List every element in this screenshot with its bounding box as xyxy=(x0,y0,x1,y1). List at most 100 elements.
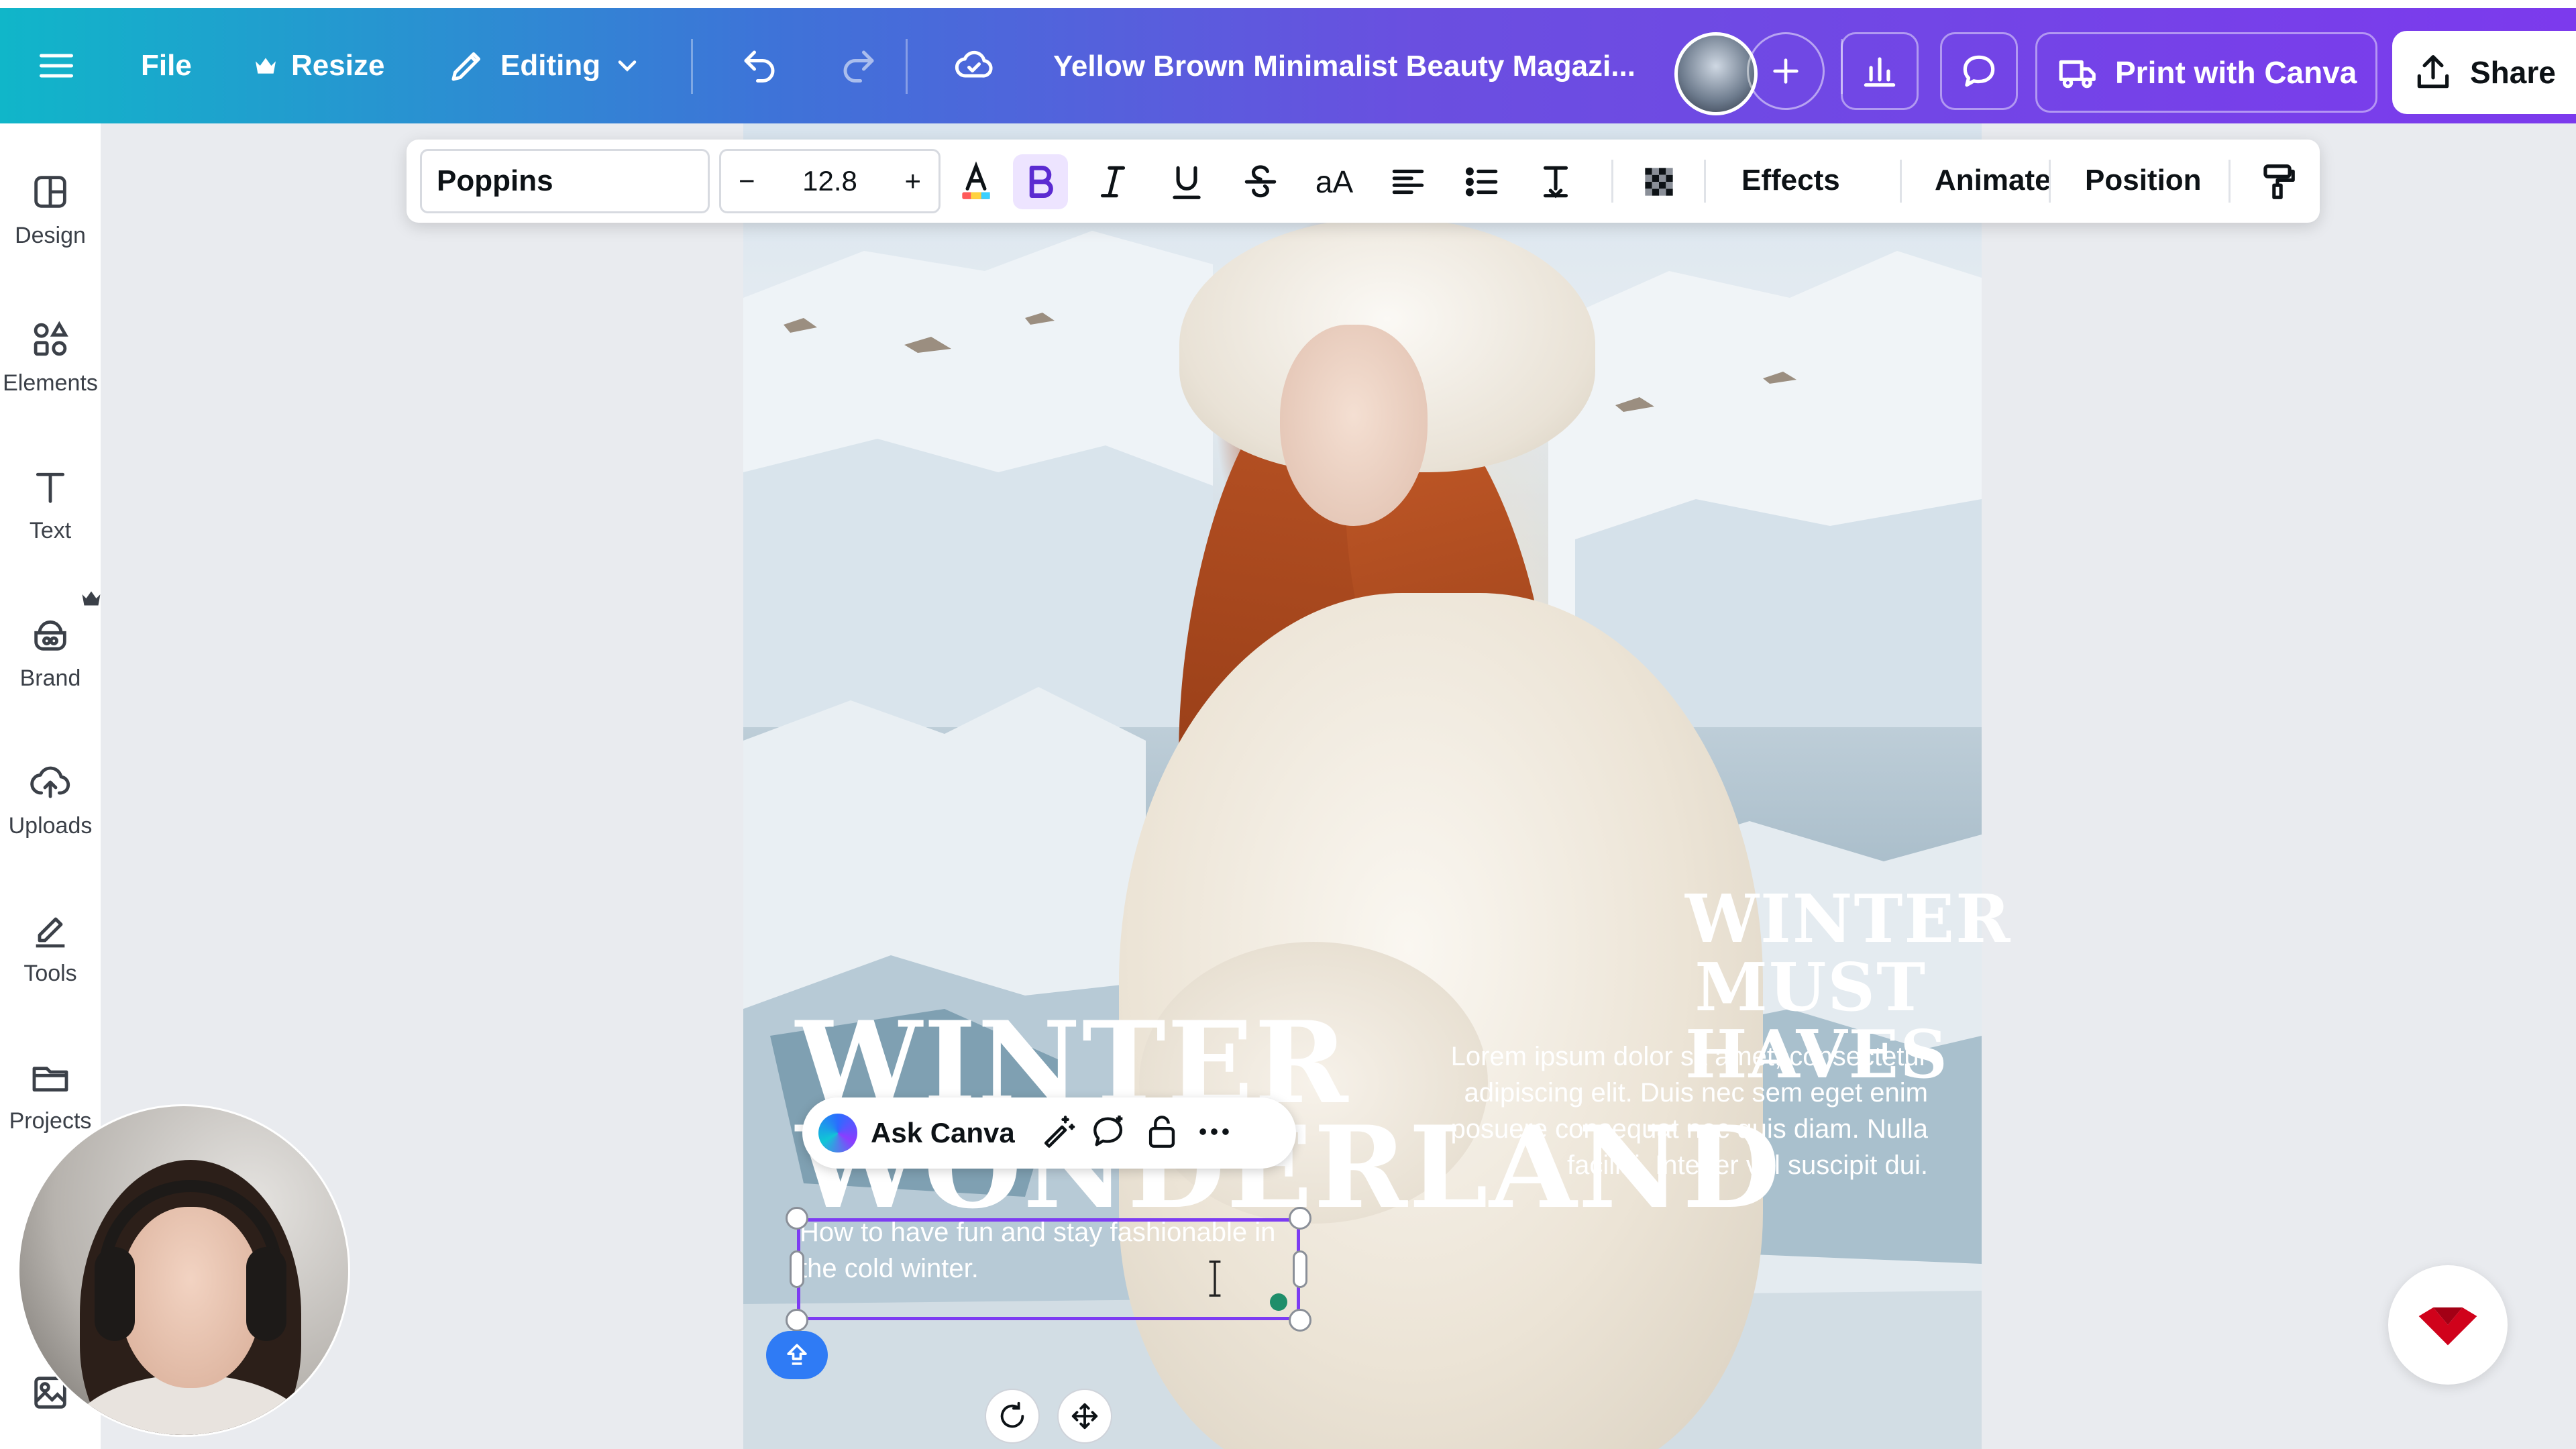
brand-logo-bubble[interactable] xyxy=(2388,1265,2508,1385)
lorem-paragraph[interactable]: Lorem ipsum dolor sit amet, consectetur … xyxy=(1429,1038,1928,1183)
editing-label: Editing xyxy=(500,49,601,82)
separator xyxy=(2229,160,2231,203)
separator xyxy=(1611,160,1613,203)
sidebar-item-uploads[interactable]: Uploads xyxy=(0,761,101,839)
align-left-icon xyxy=(1392,169,1424,195)
rotate-handle[interactable] xyxy=(985,1389,1040,1444)
list-button[interactable] xyxy=(1454,154,1509,209)
canva-ai-logo-icon xyxy=(818,1114,857,1152)
file-menu[interactable]: File xyxy=(125,28,208,103)
underline-button[interactable] xyxy=(1159,154,1214,209)
headphone-cup-shape xyxy=(246,1247,286,1341)
top-bar: File Resize Editing Yellow Brown Minimal… xyxy=(0,8,2576,123)
bulleted-list-icon xyxy=(1465,167,1498,197)
font-size-stepper[interactable]: − 12.8 + xyxy=(719,149,941,213)
effects-button[interactable]: Effects xyxy=(1741,164,1840,197)
sidebar-item-tools[interactable]: Tools xyxy=(0,908,101,987)
sidebar-item-elements[interactable]: Elements xyxy=(0,318,101,396)
redo-icon xyxy=(837,44,880,87)
resize-handle-bottom-right[interactable] xyxy=(1289,1309,1311,1332)
elements-icon xyxy=(34,321,68,356)
print-with-canva-button[interactable]: Print with Canva xyxy=(2035,32,2377,113)
resize-label: Resize xyxy=(291,49,385,82)
strikethrough-icon xyxy=(1244,165,1277,198)
sidebar-item-label: Uploads xyxy=(8,813,93,839)
resize-handle-top-right[interactable] xyxy=(1289,1207,1311,1230)
headline-right-line2[interactable]: MUST xyxy=(1685,955,1927,1021)
position-button[interactable]: Position xyxy=(2085,164,2202,197)
presenter-webcam xyxy=(17,1104,350,1437)
strikethrough-button[interactable] xyxy=(1233,154,1288,209)
share-button[interactable]: Share xyxy=(2392,31,2576,114)
move-handle[interactable] xyxy=(1057,1389,1112,1444)
resize-handle-right[interactable] xyxy=(1293,1250,1307,1288)
sidebar-item-brand[interactable]: Brand xyxy=(0,613,101,692)
font-size-value[interactable]: 12.8 xyxy=(802,165,857,197)
print-label: Print with Canva xyxy=(2115,55,2357,90)
design-icon xyxy=(34,176,66,208)
insights-button[interactable] xyxy=(1841,32,1919,110)
avatar[interactable] xyxy=(1674,32,1758,115)
pencil-icon xyxy=(445,44,488,87)
italic-button[interactable] xyxy=(1085,154,1140,209)
file-label: File xyxy=(141,49,192,82)
align-button[interactable] xyxy=(1381,154,1436,209)
animate-button[interactable]: Animate xyxy=(1904,164,2051,197)
underline-icon xyxy=(1173,166,1201,199)
resize-button[interactable]: Resize xyxy=(236,28,400,103)
font-family-dropdown[interactable]: Poppins xyxy=(420,149,710,213)
cloud-check-icon xyxy=(953,44,996,87)
add-comment-icon[interactable] xyxy=(1090,1112,1129,1155)
ask-canva-button[interactable]: Ask Canva xyxy=(871,1117,1015,1149)
sidebar-item-text[interactable]: Text xyxy=(0,466,101,544)
sidebar-item-label: Brand xyxy=(19,665,81,691)
cloud-save-button[interactable] xyxy=(936,28,1012,103)
transparency-button[interactable] xyxy=(1631,154,1686,209)
sidebar-item-projects[interactable]: Projects xyxy=(0,1056,101,1134)
share-label: Share xyxy=(2470,55,2556,90)
bar-chart-icon xyxy=(1864,57,1896,87)
increase-font-button[interactable]: + xyxy=(904,165,921,197)
sidebar-item-label: Tools xyxy=(23,961,77,986)
magic-edit-icon[interactable] xyxy=(1038,1112,1077,1155)
decrease-font-button[interactable]: − xyxy=(739,165,755,197)
undo-icon xyxy=(738,44,781,87)
add-collaborator-button[interactable] xyxy=(1747,32,1825,110)
plus-icon xyxy=(1773,58,1799,84)
comment-icon xyxy=(1963,55,1995,87)
document-title[interactable]: Yellow Brown Minimalist Beauty Magazi... xyxy=(1053,50,1635,83)
resize-handle-top-left[interactable] xyxy=(786,1207,808,1230)
text-color-icon xyxy=(962,161,990,199)
sidebar-item-label: Elements xyxy=(3,370,98,396)
truck-icon xyxy=(2059,60,2096,89)
copy-style-button[interactable] xyxy=(2250,154,2305,209)
resize-handle-left[interactable] xyxy=(790,1250,804,1288)
separator xyxy=(691,39,693,94)
transparency-icon xyxy=(1645,168,1673,196)
redo-button[interactable] xyxy=(821,28,896,103)
crown-icon xyxy=(82,591,101,606)
editing-mode-button[interactable]: Editing xyxy=(429,28,658,103)
rotate-icon xyxy=(1000,1401,1024,1428)
bold-button[interactable] xyxy=(1013,154,1068,209)
headline-right-line1[interactable]: WINTER xyxy=(1685,887,2010,953)
text-action-button[interactable] xyxy=(766,1331,828,1379)
chevron-down-icon xyxy=(612,44,642,87)
menu-button[interactable] xyxy=(20,28,87,103)
lock-icon[interactable] xyxy=(1142,1112,1181,1155)
sidebar-item-label: Projects xyxy=(9,1108,92,1134)
undo-button[interactable] xyxy=(722,28,797,103)
text-formatting-toolbar: Poppins − 12.8 + aA Effects Animate Posi… xyxy=(407,140,2320,223)
ask-canva-toolbar: Ask Canva xyxy=(802,1097,1296,1169)
text-icon xyxy=(36,472,65,503)
hamburger-icon xyxy=(36,44,76,87)
comments-button[interactable] xyxy=(1940,32,2018,110)
letter-case-button[interactable]: aA xyxy=(1307,154,1362,209)
spacing-button[interactable] xyxy=(1528,154,1583,209)
text-color-button[interactable] xyxy=(949,154,1004,209)
sidebar-item-design[interactable]: Design xyxy=(0,170,101,249)
more-options-icon[interactable] xyxy=(1195,1112,1234,1155)
resize-handle-bottom-left[interactable] xyxy=(786,1309,808,1332)
separator xyxy=(1900,160,1902,203)
uploads-icon xyxy=(30,766,70,798)
